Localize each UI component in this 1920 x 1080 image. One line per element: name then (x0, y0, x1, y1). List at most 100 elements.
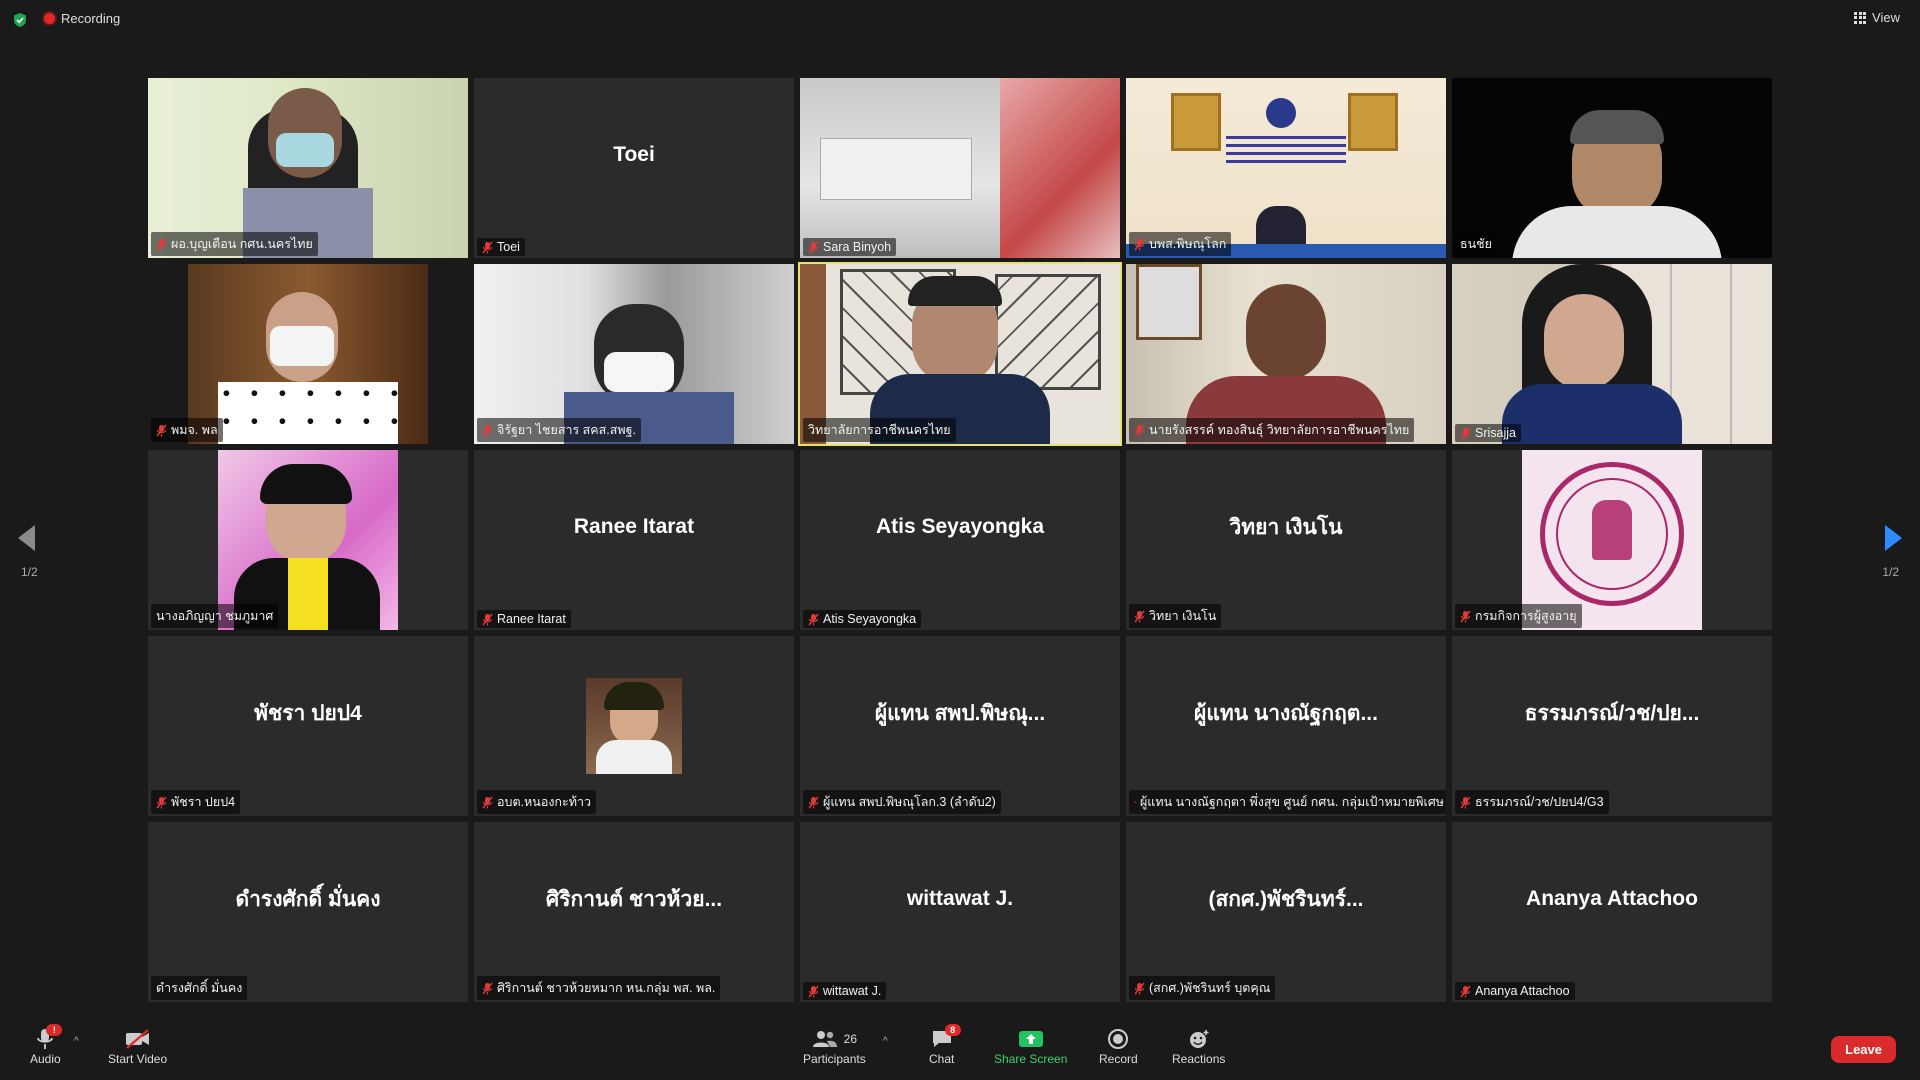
start-video-button[interactable]: Start Video (108, 1026, 167, 1066)
muted-mic-icon (482, 613, 493, 625)
participant-name-tag: นายรังสรรค์ ทองสินธุ์ วิทยาลัยการอาชีพนค… (1129, 418, 1415, 442)
muted-mic-icon (808, 796, 819, 808)
participant-name-label: นางอภิญญา ชมภูมาศ (156, 609, 274, 623)
participant-name-tag: ธรรมภรณ์/วช/ปยป4/G3 (1455, 790, 1609, 814)
next-page-arrow-icon[interactable] (1885, 525, 1902, 551)
participant-tile[interactable]: ผอ.บุญเตือน กศน.นครไทย (148, 78, 468, 258)
participant-display-name: ผู้แทน สพป.พิษณุ... (874, 701, 1046, 725)
participant-display-name: (สกศ.)พัชรินทร์... (1208, 887, 1364, 911)
participant-name-tag: นางอภิญญา ชมภูมาศ (151, 604, 279, 628)
participant-name-label: ดำรงศักดิ์ มั่นคง (156, 981, 243, 995)
participant-name-label: บพส.พิษณุโลก (1149, 237, 1227, 251)
page-indicator-left: 1/2 (21, 565, 38, 579)
participant-name-label: ผู้แทน สพป.พิษณุโลก.3 (ลำดับ2) (823, 795, 996, 809)
participant-tile[interactable]: wittawat J. wittawat J. (800, 822, 1120, 1002)
participant-name-label: พมจ. พล (171, 423, 218, 437)
participant-name-label: wittawat J. (823, 984, 882, 998)
participant-name-tag: ผู้แทน นางณัฐกฤตา พึ่งสุข ศูนย์ กศน. กลุ… (1129, 790, 1446, 814)
participant-video (148, 78, 468, 258)
participant-name-label: วิทยา เงินโน (1149, 609, 1217, 623)
participant-name-label: (สกศ.)พัชรินทร์ บุตคุณ (1149, 981, 1271, 995)
recording-dot-icon (44, 13, 55, 24)
participant-tile[interactable]: Ananya Attachoo Ananya Attachoo (1452, 822, 1772, 1002)
participant-name-label: นายรังสรรค์ ทองสินธุ์ วิทยาลัยการอาชีพนค… (1149, 423, 1410, 437)
participant-video (1452, 264, 1772, 444)
participant-tile[interactable]: วิทยา เงินโน วิทยา เงินโน (1126, 450, 1446, 630)
participant-name-label: วิทยาลัยการอาชีพนครไทย (808, 423, 951, 437)
participant-name-tag: ศิริกานต์ ชาวห้วยหมาก หน.กลุ่ม พส. พล. (477, 976, 721, 1000)
participant-tile[interactable]: พมจ. พล (148, 264, 468, 444)
participant-name-label: Toei (497, 240, 520, 254)
participant-video (148, 264, 468, 444)
participant-tile[interactable]: Sara Binyoh (800, 78, 1120, 258)
participant-name-tag: Toei (477, 238, 525, 256)
audio-warning-badge: ! (46, 1024, 63, 1036)
participant-name-label: Srisajja (1475, 426, 1516, 440)
muted-mic-icon (1134, 982, 1145, 994)
previous-page-arrow-icon[interactable] (18, 525, 35, 551)
participant-name-tag: wittawat J. (803, 982, 887, 1000)
muted-mic-icon (1460, 610, 1471, 622)
participant-tile[interactable]: ธนชัย (1452, 78, 1772, 258)
participant-name-tag: Sara Binyoh (803, 238, 897, 256)
participant-name-tag: ธนชัย (1455, 232, 1497, 256)
participant-tile[interactable]: พัชรา ปยป4 พัชรา ปยป4 (148, 636, 468, 816)
shield-check-icon[interactable] (12, 12, 28, 28)
meeting-toolbar: ! Audio ^ Start Video 26 Participants ^ (0, 1018, 1920, 1080)
audio-button[interactable]: ! Audio (30, 1024, 63, 1066)
participant-tile[interactable]: จิรัฐยา ไชยสาร สคส.สพฐ. (474, 264, 794, 444)
participant-tile[interactable]: ผู้แทน สพป.พิษณุ... ผู้แทน สพป.พิษณุโลก.3… (800, 636, 1120, 816)
participant-tile[interactable]: ผู้แทน นางณัฐกฤต... ผู้แทน นางณัฐกฤตา พึ่… (1126, 636, 1446, 816)
muted-mic-icon (156, 238, 167, 250)
reactions-button[interactable]: Reactions (1172, 1026, 1225, 1066)
participant-tile[interactable]: Ranee Itarat Ranee Itarat (474, 450, 794, 630)
participant-name-label: Ranee Itarat (497, 612, 566, 626)
participant-video (1452, 78, 1772, 258)
participant-name-label: ธนชัย (1460, 237, 1492, 251)
participant-tile[interactable]: นางอภิญญา ชมภูมาศ (148, 450, 468, 630)
participant-tile[interactable]: (สกศ.)พัชรินทร์... (สกศ.)พัชรินทร์ บุตคุณ (1126, 822, 1446, 1002)
chat-unread-badge: 8 (944, 1024, 961, 1036)
record-icon (1108, 1029, 1129, 1049)
participant-name-label: พัชรา ปยป4 (171, 795, 236, 809)
participant-name-tag: จิรัฐยา ไชยสาร สคส.สพฐ. (477, 418, 642, 442)
muted-mic-icon (156, 796, 167, 808)
audio-options-caret-icon[interactable]: ^ (74, 1036, 79, 1047)
participant-video (474, 264, 794, 444)
view-button[interactable]: View (1854, 10, 1900, 25)
participant-name-tag: ผู้แทน สพป.พิษณุโลก.3 (ลำดับ2) (803, 790, 1001, 814)
participant-video (800, 78, 1120, 258)
muted-mic-icon (156, 424, 167, 436)
chat-button[interactable]: 8 Chat (929, 1024, 961, 1066)
muted-mic-icon (482, 982, 493, 994)
participant-tile[interactable]: อบต.หนองกะท้าว (474, 636, 794, 816)
participant-name-label: Ananya Attachoo (1475, 984, 1570, 998)
muted-mic-icon (808, 613, 819, 625)
participant-tile[interactable]: นายรังสรรค์ ทองสินธุ์ วิทยาลัยการอาชีพนค… (1126, 264, 1446, 444)
participant-tile[interactable]: Atis Seyayongka Atis Seyayongka (800, 450, 1120, 630)
leave-meeting-button[interactable]: Leave (1831, 1036, 1896, 1063)
participant-display-name: Ranee Itarat (573, 515, 695, 538)
participant-tile[interactable]: Srisajja (1452, 264, 1772, 444)
reactions-smiley-icon (1189, 1030, 1209, 1048)
participant-tile[interactable]: กรมกิจการผู้สูงอายุ (1452, 450, 1772, 630)
participant-tile[interactable]: ศิริกานต์ ชาวห้วย... ศิริกานต์ ชาวห้วยหมา… (474, 822, 794, 1002)
participants-button[interactable]: 26 Participants (803, 1026, 866, 1066)
participants-icon (812, 1031, 837, 1047)
participant-tile[interactable]: วิทยาลัยการอาชีพนครไทย (798, 262, 1122, 446)
participant-display-name: ธรรมภรณ์/วช/ปย... (1524, 701, 1700, 725)
share-screen-button[interactable]: Share Screen (994, 1026, 1067, 1066)
participant-tile[interactable]: บพส.พิษณุโลก (1126, 78, 1446, 258)
participant-tile[interactable]: ดำรงศักดิ์ มั่นคง ดำรงศักดิ์ มั่นคง (148, 822, 468, 1002)
participant-display-name: ผู้แทน นางณัฐกฤต... (1194, 701, 1378, 725)
record-button[interactable]: Record (1099, 1026, 1138, 1066)
participant-name-tag: บพส.พิษณุโลก (1129, 232, 1232, 256)
participant-name-tag: Atis Seyayongka (803, 610, 922, 628)
muted-mic-icon (482, 424, 493, 436)
participant-tile[interactable]: ธรรมภรณ์/วช/ปย... ธรรมภรณ์/วช/ปยป4/G3 (1452, 636, 1772, 816)
participant-tile[interactable]: Toei Toei (474, 78, 794, 258)
participant-name-label: กรมกิจการผู้สูงอายุ (1475, 609, 1577, 623)
participant-name-tag: พมจ. พล (151, 418, 223, 442)
participants-options-caret-icon[interactable]: ^ (883, 1036, 888, 1047)
recording-indicator[interactable]: Recording (44, 11, 120, 26)
